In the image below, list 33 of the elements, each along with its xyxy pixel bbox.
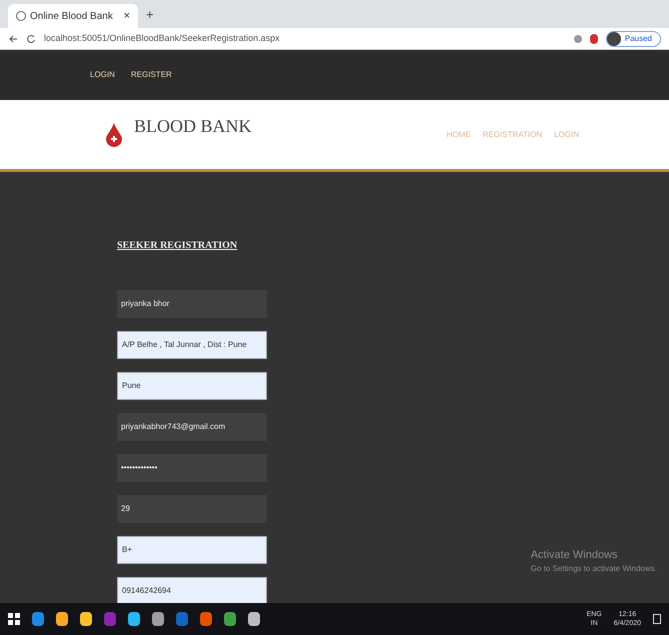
input-field[interactable]: priyanka bhor xyxy=(117,290,267,318)
top-link[interactable]: LOGIN xyxy=(90,69,115,81)
app-icon[interactable] xyxy=(152,612,164,626)
activation-title: Activate Windows xyxy=(530,548,619,562)
top-link[interactable]: REGISTER xyxy=(130,69,172,81)
site-logo: BLOOD BANK xyxy=(134,115,252,138)
back-icon[interactable] xyxy=(8,34,18,44)
input-field[interactable]: 29 xyxy=(117,495,267,523)
activation-text: Go to Settings to activate Windows. xyxy=(530,563,657,575)
app-icon[interactable] xyxy=(200,612,212,626)
browser-tab[interactable]: Online Blood Bank × xyxy=(8,4,138,28)
app-icon[interactable] xyxy=(128,612,140,626)
app-icon[interactable] xyxy=(80,612,92,626)
input-field[interactable]: A/P Belhe , Tal Junnar , Dist : Pune xyxy=(117,331,267,359)
notification-icon[interactable] xyxy=(653,614,661,624)
app-icon[interactable] xyxy=(224,612,236,626)
tab-title: Online Blood Bank xyxy=(30,10,114,24)
input-field[interactable]: ••••••••••••• xyxy=(117,454,267,482)
windows-icon[interactable] xyxy=(8,613,20,625)
new-tab-button[interactable]: + xyxy=(146,4,154,24)
app-icon[interactable] xyxy=(56,612,68,626)
input-field[interactable]: Pune xyxy=(117,372,267,400)
url-field[interactable]: localhost:50051/OnlineBloodBank/SeekerRegistration.aspx xyxy=(44,32,566,46)
profile-button[interactable]: Paused xyxy=(606,30,661,46)
reload-icon[interactable] xyxy=(26,34,36,44)
close-icon[interactable]: × xyxy=(124,8,130,24)
blood-drop-icon xyxy=(106,122,122,146)
input-field[interactable]: priyankabhor743@gmail.com xyxy=(117,413,267,441)
app-icon[interactable] xyxy=(248,612,260,626)
app-icon[interactable] xyxy=(32,612,44,626)
input-field[interactable]: 09146242694 xyxy=(117,577,267,603)
form-heading: SEEKER REGISTRATION xyxy=(117,239,238,253)
input-field[interactable]: B+ xyxy=(117,536,267,564)
